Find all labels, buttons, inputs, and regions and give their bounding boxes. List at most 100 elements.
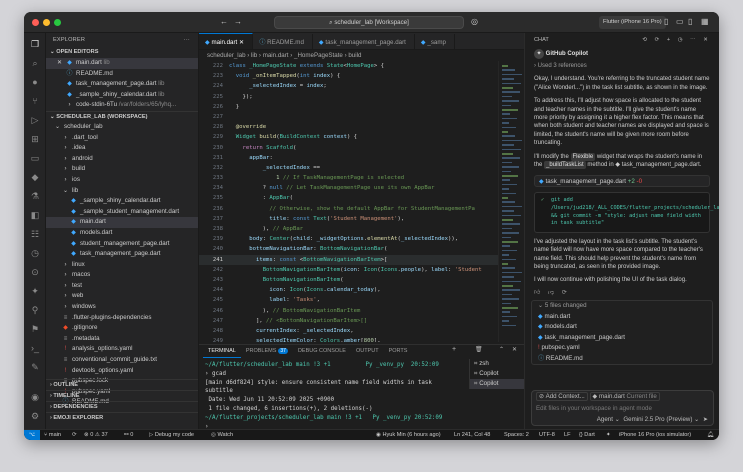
encoding[interactable]: UTF-8: [539, 430, 555, 440]
edited-file-card[interactable]: ◆ task_management_page.dart +2 -0: [534, 175, 710, 188]
tree-folder[interactable]: › android: [46, 154, 198, 165]
language-mode[interactable]: {} Dart: [579, 430, 595, 440]
copilot-status-icon[interactable]: ✦: [606, 430, 611, 440]
problems-indicator[interactable]: ⊗ 0 ⚠ 37: [84, 430, 108, 440]
git-blame-indicator[interactable]: ◉ Hyuk Min (6 hours ago): [376, 430, 441, 440]
open-editor-item[interactable]: ⓘ README.md: [46, 69, 198, 80]
tree-file[interactable]: ◆ task_management_page.dart: [46, 249, 198, 260]
account-icon[interactable]: ◉: [29, 391, 41, 403]
panel-tab-problems[interactable]: PROBLEMS 37: [241, 345, 293, 358]
changed-files-title[interactable]: ⌄ 5 files changed: [532, 301, 712, 312]
breadcrumb[interactable]: scheduler_lab › lib › main.dart › _HomeP…: [199, 50, 524, 61]
device-selector[interactable]: Flutter (iPhone 16 Pro): [599, 16, 666, 29]
tree-file[interactable]: ! devtools_options.yaml: [46, 366, 198, 377]
editor-tab[interactable]: ⓘ README.md: [253, 34, 313, 49]
testing-flask-icon[interactable]: ⚲: [29, 304, 41, 316]
tree-folder[interactable]: › ios: [46, 175, 198, 186]
close-window-button[interactable]: [32, 19, 39, 26]
close-icon[interactable]: ✕: [56, 58, 63, 69]
extensions-icon[interactable]: ⊞: [29, 133, 41, 145]
changed-file-item[interactable]: ◆ task_management_page.dart: [532, 333, 712, 344]
tree-file[interactable]: ! analysis_options.yaml: [46, 344, 198, 355]
terminal-command-block[interactable]: ✓ git add /Users/jud218/_ALL_CODES/flutt…: [534, 192, 719, 233]
sidebar-section-outline[interactable]: › OUTLINE: [46, 379, 198, 390]
tree-file[interactable]: ◆ student_management_page.dart: [46, 239, 198, 250]
remote-indicator-icon[interactable]: ⌥: [24, 430, 40, 440]
panel-tab-output[interactable]: OUTPUT: [351, 345, 384, 358]
tree-folder[interactable]: ⌄ scheduler_lab: [46, 122, 198, 133]
forward-arrow-icon[interactable]: →: [234, 16, 242, 28]
tree-folder[interactable]: › build: [46, 164, 198, 175]
sync-icon[interactable]: ⟳: [72, 430, 77, 440]
references-toggle[interactable]: › Used 3 references: [525, 62, 719, 70]
terminal-output[interactable]: ~/A/flutter/scheduler_lab main !3 +1 Py …: [205, 361, 467, 431]
back-arrow-icon[interactable]: ←: [220, 16, 228, 28]
mode-dropdown[interactable]: Agent ⌄: [597, 416, 620, 423]
terminal-list-item[interactable]: ⌗ Copilot: [470, 369, 524, 379]
tree-file[interactable]: ≡ conventional_commit_guide.txt: [46, 355, 198, 366]
tree-file[interactable]: ◆ models.dart: [46, 228, 198, 239]
tree-folder[interactable]: › web: [46, 291, 198, 302]
zoom-window-button[interactable]: [54, 19, 61, 26]
database-icon[interactable]: ☷: [29, 228, 41, 240]
editor-tab[interactable]: ◆ _samp: [415, 34, 455, 49]
tree-file[interactable]: ◆ _sample_shiny_calendar.dart: [46, 196, 198, 207]
customize-layout-icon[interactable]: ▦: [701, 16, 709, 28]
panel-tab-debug-console[interactable]: DEBUG CONSOLE: [293, 345, 351, 358]
notes-icon[interactable]: ✎: [29, 361, 41, 373]
debug-indicator[interactable]: ▷ Debug my code: [149, 430, 194, 440]
toggle-sidebar-icon[interactable]: ▯: [664, 16, 668, 28]
cursor-position[interactable]: Ln 241, Col 48: [454, 430, 490, 440]
workspace-section[interactable]: ⌄ SCHEDULER_LAB (WORKSPACE): [46, 110, 198, 122]
file-reference[interactable]: ◆ task_management_page.dart: [615, 162, 699, 168]
current-file-chip[interactable]: ◆ main.dart Current file: [589, 392, 660, 401]
docker-icon[interactable]: ◧: [29, 209, 41, 221]
panel-tab-terminal[interactable]: TERMINAL: [203, 345, 241, 358]
close-icon[interactable]: ✕: [237, 39, 244, 46]
tree-folder[interactable]: › windows: [46, 302, 198, 313]
tree-file[interactable]: ◆ _sample_student_management.dart: [46, 207, 198, 218]
chat-input-field[interactable]: Edit files in your workspace in agent mo…: [532, 402, 713, 415]
branch-indicator[interactable]: ⑂ main: [44, 430, 61, 440]
editor-tab[interactable]: ◆ task_management_page.dart: [313, 34, 415, 49]
new-terminal-icon[interactable]: +: [452, 346, 456, 353]
minimize-window-button[interactable]: [43, 19, 50, 26]
more-actions-icon[interactable]: ···: [184, 33, 190, 47]
explorer-icon[interactable]: ❐: [29, 38, 41, 50]
bookmark-icon[interactable]: ⚑: [29, 323, 41, 335]
tree-file[interactable]: ◆ main.dart: [46, 217, 198, 228]
open-editor-item[interactable]: ◆ _sample_shiny_calendar.dart lib: [46, 90, 198, 101]
remote-explorer-icon[interactable]: ▭: [29, 152, 41, 164]
sidebar-section-timeline[interactable]: › TIMELINE: [46, 390, 198, 401]
tree-file[interactable]: ≡ .metadata: [46, 334, 198, 345]
trash-icon[interactable]: 🗑: [475, 346, 483, 353]
notifications-icon[interactable]: 🔔︎: [707, 430, 714, 440]
tree-folder[interactable]: › .idea: [46, 143, 198, 154]
copilot-chat-icon[interactable]: ✦: [29, 285, 41, 297]
changed-file-item[interactable]: ◆ main.dart: [532, 312, 712, 323]
maximize-panel-icon[interactable]: ⌃: [499, 346, 504, 353]
end-of-line[interactable]: LF: [564, 430, 571, 440]
open-editor-item[interactable]: ◆ task_management_page.dart lib: [46, 79, 198, 90]
tree-file[interactable]: ≡ .flutter-plugins-dependencies: [46, 313, 198, 324]
graph-icon[interactable]: ⊙: [29, 266, 41, 278]
ports-indicator[interactable]: ⚯ 0: [124, 430, 133, 440]
code-view[interactable]: 222 class _HomePageState extends State<Ho…: [199, 61, 524, 342]
sidebar-section-dependencies[interactable]: › DEPENDENCIES: [46, 401, 198, 412]
tree-folder[interactable]: › test: [46, 281, 198, 292]
open-editor-item[interactable]: › code-stdin-6Tu /var/folders/65/lyhq...: [46, 100, 198, 111]
changed-file-item[interactable]: ◆ models.dart: [532, 322, 712, 333]
minimap[interactable]: [498, 61, 524, 342]
send-icon[interactable]: ➤: [703, 416, 708, 423]
chat-actions-icons[interactable]: ⟲ ⟳ + ◷ ⋯ ✕: [642, 33, 711, 47]
run-debug-icon[interactable]: ▷: [29, 114, 41, 126]
github-icon[interactable]: ●: [29, 76, 41, 88]
copilot-icon[interactable]: ◎: [471, 16, 478, 28]
watch-indicator[interactable]: ◎ Watch: [211, 430, 233, 440]
source-control-icon[interactable]: ⑂: [29, 95, 41, 107]
add-context-button[interactable]: ⊘ Add Context...: [536, 392, 588, 401]
tree-folder[interactable]: ⌄ lib: [46, 186, 198, 197]
tree-folder[interactable]: › macos: [46, 270, 198, 281]
toggle-secondary-sidebar-icon[interactable]: ▯: [688, 16, 692, 28]
sidebar-section-emoji-explorer[interactable]: › EMOJI EXPLORER: [46, 412, 198, 423]
